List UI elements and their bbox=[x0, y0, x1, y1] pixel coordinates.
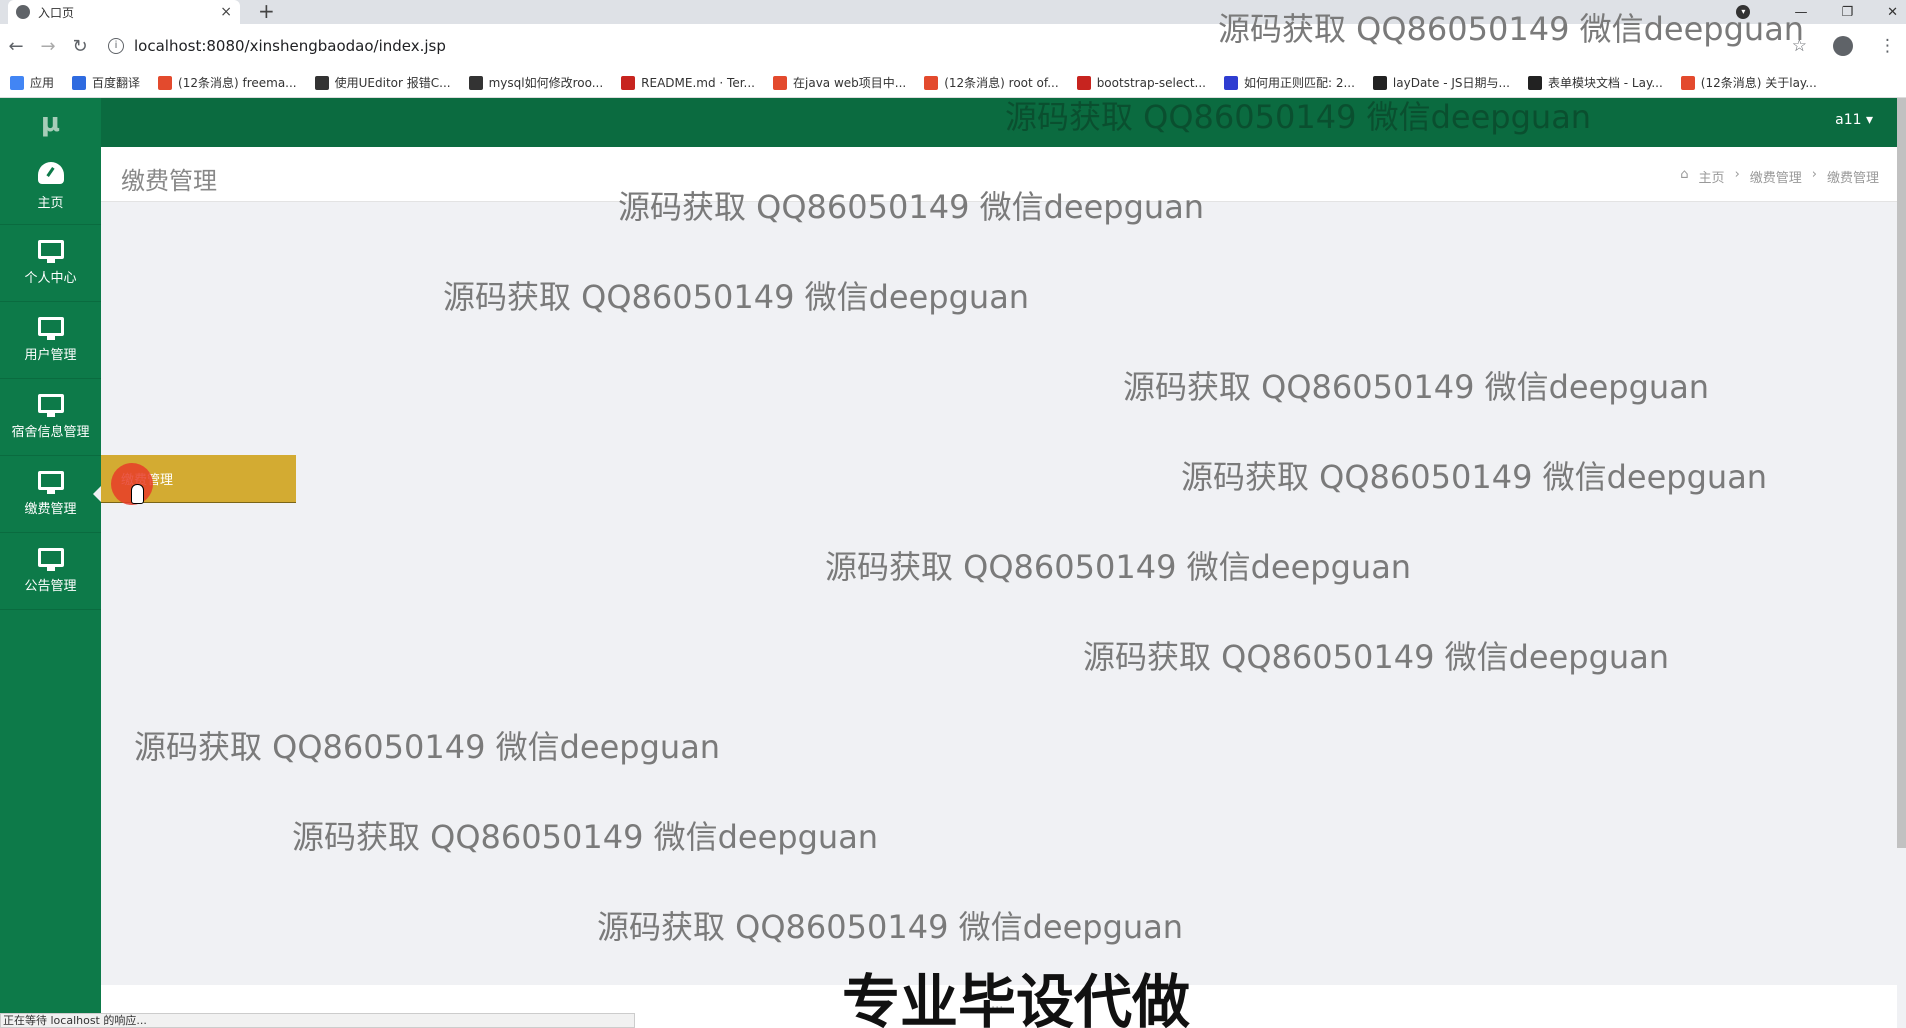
back-icon[interactable]: ← bbox=[0, 36, 32, 57]
sidebar-item-home[interactable]: 主页 bbox=[0, 148, 101, 225]
bookmark-label: 在java web项目中... bbox=[793, 76, 907, 90]
sidebar-item-profile[interactable]: 个人中心 bbox=[0, 225, 101, 302]
sidebar-item-users[interactable]: 用户管理 bbox=[0, 302, 101, 379]
bookmark-label: bootstrap-select... bbox=[1096, 75, 1206, 90]
bookmark-favicon-icon bbox=[1372, 75, 1387, 90]
breadcrumb-current: 缴费管理 bbox=[1826, 171, 1879, 186]
bookmark-favicon-icon bbox=[468, 75, 483, 90]
monitor-icon bbox=[37, 548, 64, 571]
breadcrumb: ⌂ 主页 › 缴费管理 › 缴费管理 bbox=[1680, 167, 1879, 186]
bookmark-item[interactable]: 应用 bbox=[10, 74, 54, 91]
bookmark-item[interactable]: README.md · Ter... bbox=[621, 75, 755, 90]
bookmark-label: (12条消息) freema... bbox=[178, 76, 297, 90]
breadcrumb-separator: › bbox=[1734, 167, 1740, 182]
watermark: 源码获取 QQ86050149 微信deepguan bbox=[1181, 458, 1768, 496]
bookmark-item[interactable]: 百度翻译 bbox=[72, 74, 140, 91]
bookmark-favicon-icon bbox=[924, 75, 939, 90]
breadcrumb-parent[interactable]: 缴费管理 bbox=[1750, 167, 1802, 186]
page-title: 缴费管理 bbox=[121, 167, 217, 195]
bookmark-label: (12条消息) root of... bbox=[944, 76, 1059, 90]
bookmarks-bar: 应用 百度翻译 (12条消息) freema... 使用UEditor 报错C... m… bbox=[0, 68, 1906, 98]
browser-tab[interactable]: 入口页 × bbox=[8, 0, 240, 24]
bookmark-item[interactable]: bootstrap-select... bbox=[1076, 75, 1206, 90]
hand-cursor-icon bbox=[131, 484, 144, 504]
bookmark-item[interactable]: 使用UEditor 报错C... bbox=[314, 74, 451, 91]
bookmark-item[interactable]: mysql如何修改roo... bbox=[468, 74, 604, 91]
bookmark-favicon-icon bbox=[1223, 75, 1238, 90]
watermark: 源码获取 QQ86050149 微信deepguan bbox=[1005, 98, 1592, 136]
user-menu[interactable]: a11 ▾ bbox=[1835, 112, 1873, 128]
url-text: localhost:8080/xinshengbaodao/index.jsp bbox=[134, 37, 446, 55]
apps-grid-icon bbox=[10, 75, 24, 90]
home-icon: ⌂ bbox=[1680, 167, 1689, 182]
breadcrumb-separator: › bbox=[1811, 167, 1817, 182]
sidebar-item-dorm[interactable]: 宿舍信息管理 bbox=[0, 379, 101, 456]
bookmark-favicon-icon bbox=[621, 75, 636, 90]
tab-close-icon[interactable]: × bbox=[220, 4, 232, 20]
bookmark-item[interactable]: layDate - JS日期与... bbox=[1372, 74, 1510, 91]
profile-icon[interactable] bbox=[1833, 36, 1853, 56]
watermark: 源码获取 QQ86050149 微信deepguan bbox=[134, 728, 721, 766]
bookmark-item[interactable]: (12条消息) root of... bbox=[924, 74, 1059, 91]
scrollbar[interactable] bbox=[1897, 98, 1906, 848]
monitor-icon bbox=[37, 317, 64, 340]
breadcrumb-home[interactable]: 主页 bbox=[1699, 167, 1725, 186]
overlay-banner: 专业毕设代做 bbox=[842, 968, 1191, 1028]
sidebar: μ 主页个人中心用户管理宿舍信息管理 缴费管理公告管理 bbox=[0, 98, 101, 1028]
bookmark-favicon-icon bbox=[1076, 75, 1091, 90]
sidebar-item-label: 缴费管理 bbox=[24, 502, 77, 517]
bookmark-label: 使用UEditor 报错C... bbox=[334, 76, 451, 90]
status-bar: 正在等待 localhost 的响应... bbox=[0, 1013, 635, 1028]
monitor-icon bbox=[37, 471, 64, 494]
monitor-icon bbox=[37, 394, 64, 417]
bookmark-label: 应用 bbox=[30, 76, 55, 90]
watermark: 源码获取 QQ86050149 微信deepguan bbox=[1083, 638, 1670, 676]
watermark: 源码获取 QQ86050149 微信deepguan bbox=[443, 278, 1030, 316]
watermark: 源码获取 QQ86050149 微信deepguan bbox=[292, 818, 879, 856]
bookmark-label: 如何用正则匹配: 2... bbox=[1243, 76, 1355, 90]
bookmark-favicon-icon bbox=[773, 75, 787, 90]
new-tab-button[interactable]: + bbox=[258, 0, 275, 24]
reload-icon[interactable]: ↻ bbox=[64, 36, 96, 57]
watermark: 源码获取 QQ86050149 微信deepguan bbox=[825, 548, 1412, 586]
sidebar-item-label: 主页 bbox=[37, 195, 64, 211]
bookmark-item[interactable]: 如何用正则匹配: 2... bbox=[1223, 74, 1355, 91]
sidebar-item-label: 宿舍信息管理 bbox=[11, 425, 90, 440]
tab-title: 入口页 bbox=[38, 5, 75, 20]
sidebar-item-label: 公告管理 bbox=[24, 579, 77, 594]
menu-icon[interactable]: ⋮ bbox=[1879, 36, 1896, 56]
watermark: 源码获取 QQ86050149 微信deepguan bbox=[597, 908, 1184, 946]
bookmark-label: README.md · Ter... bbox=[641, 75, 755, 90]
sidebar-item-notice[interactable]: 公告管理 bbox=[0, 533, 101, 610]
restore-icon[interactable]: ❐ bbox=[1841, 5, 1853, 20]
sidebar-item-label: 用户管理 bbox=[24, 348, 77, 363]
info-icon[interactable]: i bbox=[108, 38, 124, 54]
bookmark-favicon-icon bbox=[314, 75, 329, 90]
globe-icon bbox=[16, 5, 30, 19]
bookmark-item[interactable]: 表单模块文档 - Lay... bbox=[1527, 74, 1663, 91]
bookmark-label: (12条消息) 关于lay... bbox=[1700, 76, 1817, 90]
top-navbar: a11 ▾ bbox=[101, 98, 1897, 147]
close-window-icon[interactable]: ✕ bbox=[1887, 5, 1898, 20]
bookmark-favicon-icon bbox=[1680, 75, 1695, 90]
bookmark-item[interactable]: (12条消息) 关于lay... bbox=[1680, 74, 1817, 91]
bookmark-label: layDate - JS日期与... bbox=[1392, 76, 1510, 90]
bookmark-favicon-icon bbox=[158, 75, 173, 90]
bookmark-item[interactable]: (12条消息) freema... bbox=[158, 74, 297, 91]
bookmark-label: 百度翻译 bbox=[92, 76, 141, 90]
bookmark-favicon-icon bbox=[72, 75, 87, 90]
monitor-icon bbox=[37, 240, 64, 263]
bookmark-label: mysql如何修改roo... bbox=[488, 76, 604, 90]
forward-icon[interactable]: → bbox=[32, 36, 64, 57]
logo: μ bbox=[40, 108, 61, 138]
dashboard-icon bbox=[37, 161, 64, 184]
sidebar-item-label: 个人中心 bbox=[24, 271, 77, 286]
watermark: 源码获取 QQ86050149 微信deepguan bbox=[1218, 10, 1805, 48]
sidebar-item-payment[interactable]: 缴费管理 bbox=[0, 456, 101, 533]
watermark: 源码获取 QQ86050149 微信deepguan bbox=[1123, 368, 1710, 406]
bookmark-label: 表单模块文档 - Lay... bbox=[1547, 76, 1663, 90]
bookmark-favicon-icon bbox=[1527, 75, 1542, 90]
bookmark-item[interactable]: 在java web项目中... bbox=[773, 74, 906, 91]
watermark: 源码获取 QQ86050149 微信deepguan bbox=[618, 188, 1205, 226]
